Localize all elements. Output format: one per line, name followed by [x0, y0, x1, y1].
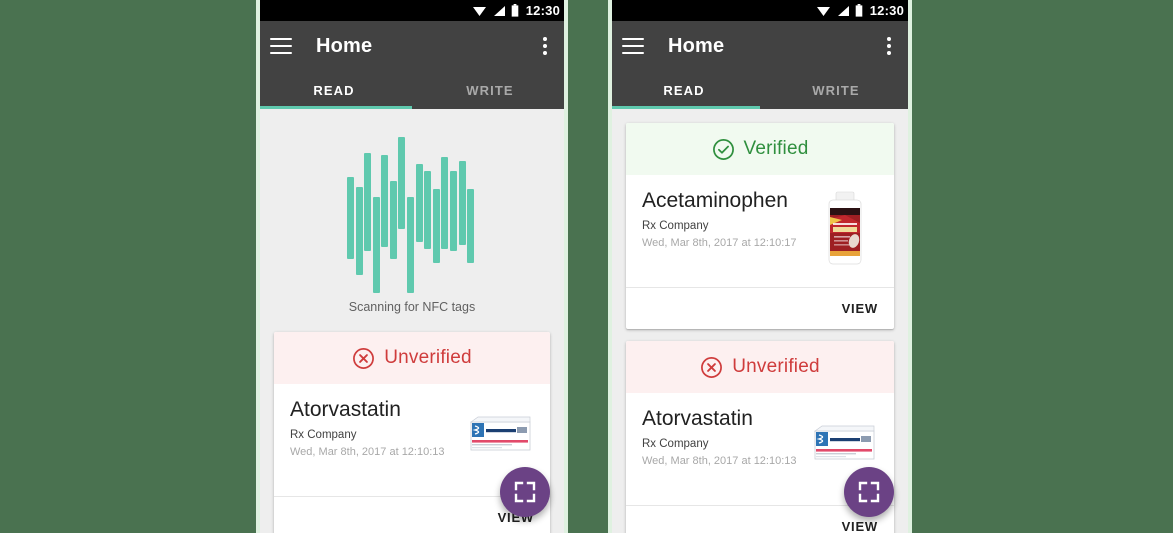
app-toolbar: Home [256, 21, 568, 71]
drug-name: Atorvastatin [290, 398, 401, 421]
drug-name: Atorvastatin [642, 407, 753, 430]
waveform-bar [441, 157, 449, 249]
tab-bar: READ WRITE [256, 71, 568, 109]
x-circle-icon [353, 347, 375, 369]
signal-icon [493, 5, 505, 16]
hamburger-menu-icon[interactable] [622, 38, 644, 54]
waveform-bar [355, 187, 363, 275]
content-area-left: Scanning for NFC tags Unverified Atorvast… [256, 109, 568, 533]
drug-thumbnail [468, 398, 534, 476]
drug-timestamp: Wed, Mar 8th, 2017 at 12:10:17 [642, 237, 797, 250]
waveform-bar [432, 189, 440, 263]
app-toolbar: Home [608, 21, 912, 71]
drug-timestamp: Wed, Mar 8th, 2017 at 12:10:13 [290, 446, 445, 459]
hamburger-menu-icon[interactable] [270, 38, 292, 54]
drug-timestamp: Wed, Mar 8th, 2017 at 12:10:13 [642, 455, 797, 468]
waveform-bar [415, 164, 423, 242]
page-title: Home [668, 34, 725, 57]
tab-write[interactable]: WRITE [412, 71, 568, 109]
status-badge: Unverified [626, 341, 894, 393]
scan-fullscreen-icon [514, 481, 536, 503]
card-info: Acetaminophen Rx Company Wed, Mar 8th, 201… [642, 189, 812, 249]
scan-fab-button[interactable] [844, 467, 894, 517]
waveform-bar [381, 155, 389, 247]
screenshot-stage: 12:30 Home READ WRITE Scanning for NFC t… [0, 0, 1173, 533]
overflow-menu-icon[interactable] [880, 36, 898, 56]
drug-thumbnail [812, 189, 878, 267]
card-info: Atorvastatin Rx Company Wed, Mar 8th, 2017… [642, 407, 812, 467]
phone-screen-left: 12:30 Home READ WRITE Scanning for NFC t… [256, 0, 568, 533]
scanning-label: Scanning for NFC tags [348, 300, 476, 314]
status-badge: Verified [626, 123, 894, 175]
wifi-icon [472, 6, 486, 16]
content-area-right: Verified Acetaminophen Rx Company Wed, Mar … [608, 109, 912, 533]
card-actions: VIEW [626, 287, 894, 329]
view-button[interactable]: VIEW [842, 301, 878, 316]
scan-fab-button[interactable] [500, 467, 550, 517]
signal-icon [837, 5, 849, 16]
status-label: Verified [743, 138, 809, 159]
tab-write[interactable]: WRITE [760, 71, 912, 109]
waveform-bar [449, 171, 457, 251]
drug-company: Rx Company [290, 429, 357, 442]
status-label: Unverified [384, 347, 472, 368]
status-bar-time: 12:30 [869, 3, 904, 18]
medication-card[interactable]: Verified Acetaminophen Rx Company Wed, Mar … [626, 123, 894, 329]
waveform-bar [467, 189, 475, 263]
waveform-bar [347, 177, 354, 259]
tab-read[interactable]: READ [256, 71, 412, 109]
card-body: Acetaminophen Rx Company Wed, Mar 8th, 201… [626, 175, 894, 287]
waveform-bar [372, 197, 380, 293]
tab-read[interactable]: READ [608, 71, 760, 109]
waveform-bar [424, 171, 432, 249]
wifi-icon [816, 6, 830, 16]
waveform-bar [364, 153, 372, 251]
drug-name: Acetaminophen [642, 189, 788, 212]
x-circle-icon [701, 356, 723, 378]
card-info: Atorvastatin Rx Company Wed, Mar 8th, 2017… [290, 398, 468, 458]
phone-screen-right: 12:30 Home READ WRITE Verified Acetaminop… [608, 0, 912, 533]
waveform-bar [458, 161, 466, 245]
battery-icon [511, 4, 519, 17]
scan-fullscreen-icon [858, 481, 880, 503]
status-bar-time: 12:30 [525, 3, 560, 18]
acetaminophen-bottle-image [828, 191, 862, 265]
tab-bar: READ WRITE [608, 71, 912, 109]
battery-icon [855, 4, 863, 17]
view-button[interactable]: VIEW [842, 519, 878, 533]
atorvastatin-box-image [469, 416, 531, 451]
status-badge: Unverified [274, 332, 550, 384]
overflow-menu-icon[interactable] [536, 36, 554, 56]
status-label: Unverified [732, 356, 820, 377]
waveform-bar [398, 137, 406, 229]
waveform-bar [389, 181, 397, 259]
status-bar: 12:30 [256, 0, 568, 21]
status-bar: 12:30 [608, 0, 912, 21]
scanning-waveform [347, 133, 477, 293]
drug-company: Rx Company [642, 220, 709, 233]
check-circle-icon [712, 138, 734, 160]
page-title: Home [316, 34, 373, 57]
drug-company: Rx Company [642, 438, 709, 451]
waveform-bar [407, 197, 415, 293]
nfc-scanning-block: Scanning for NFC tags [256, 109, 568, 314]
